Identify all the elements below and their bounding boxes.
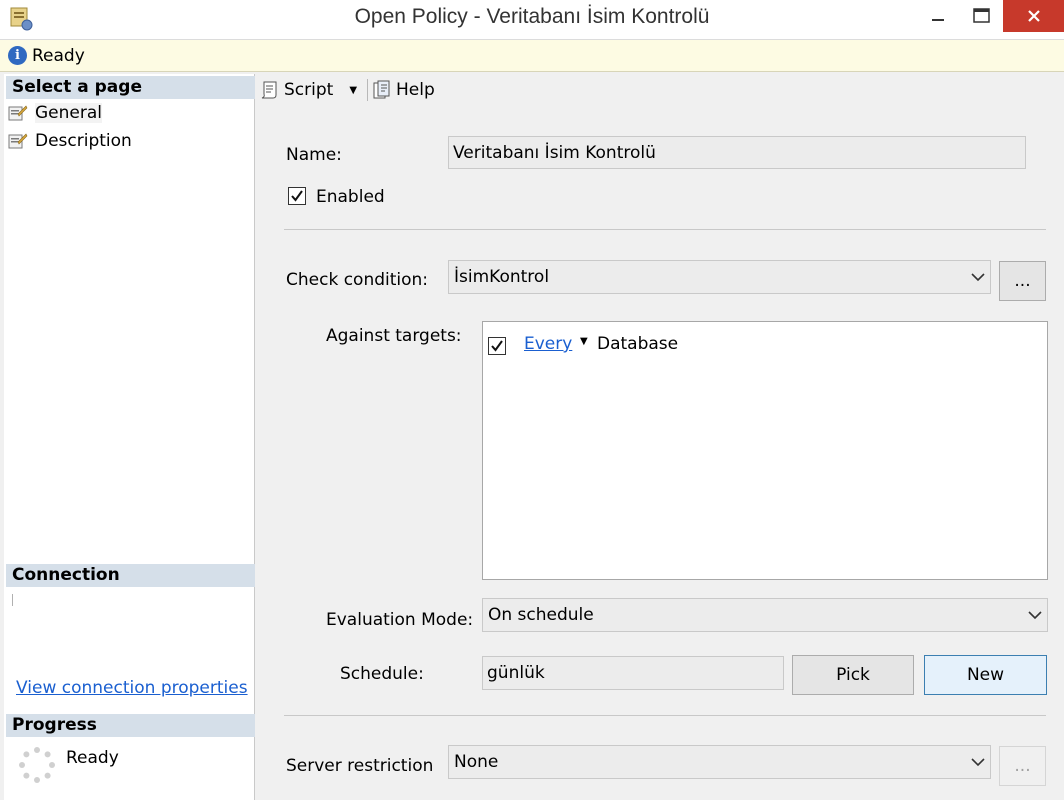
help-label: Help [396, 80, 435, 100]
enabled-checkbox[interactable] [288, 187, 306, 205]
target-dropdown-arrow-icon[interactable]: ▼ [580, 336, 588, 347]
evaluation-mode-label: Evaluation Mode: [326, 610, 474, 630]
enabled-label: Enabled [316, 187, 385, 207]
page-description-label: Description [35, 131, 132, 151]
evaluation-mode-value: On schedule [488, 605, 594, 625]
left-pane: Select a page General Description Connec… [4, 74, 255, 800]
chevron-down-icon [966, 757, 990, 767]
evaluation-mode-select[interactable]: On schedule [482, 598, 1048, 632]
info-icon: i [8, 46, 27, 65]
maximize-icon [973, 8, 990, 23]
schedule-label: Schedule: [340, 664, 424, 684]
server-restriction-value: None [454, 752, 499, 772]
toolbar: Script ▼ Help [256, 74, 441, 106]
chevron-down-icon [1023, 610, 1047, 620]
checkmark-icon [491, 340, 503, 352]
progress-header: Progress [6, 714, 255, 737]
pick-button[interactable]: Pick [792, 655, 914, 695]
script-button[interactable]: Script [260, 80, 333, 100]
help-button[interactable]: Help [372, 80, 435, 100]
status-bar: i Ready [0, 40, 1064, 72]
check-condition-value: İsimKontrol [454, 267, 550, 287]
target-every-link[interactable]: Every [524, 334, 572, 354]
maximize-button[interactable] [960, 0, 1004, 32]
new-button[interactable]: New [924, 655, 1047, 695]
page-properties-icon [8, 105, 28, 121]
page-description[interactable]: Description [8, 128, 132, 154]
page-properties-icon [8, 133, 28, 149]
connection-header: Connection [6, 564, 255, 587]
title-bar: Open Policy - Veritabanı İsim Kontrolü [0, 0, 1064, 40]
script-icon [261, 81, 277, 99]
server-restriction-browse-button[interactable]: ... [999, 746, 1046, 786]
schedule-field[interactable]: günlük [482, 656, 784, 690]
minimize-button[interactable] [915, 0, 961, 32]
progress-status: Ready [66, 748, 119, 768]
select-page-header: Select a page [6, 76, 255, 99]
checkmark-icon [291, 190, 303, 202]
script-dropdown-arrow-icon[interactable]: ▼ [349, 85, 357, 96]
page-general-label: General [35, 103, 102, 123]
targets-list: Every ▼ Database [482, 321, 1048, 580]
against-targets-label: Against targets: [326, 326, 462, 346]
help-icon [373, 80, 390, 99]
window-title: Open Policy - Veritabanı İsim Kontrolü [354, 5, 710, 28]
target-database-label: Database [597, 334, 679, 354]
check-condition-browse-button[interactable]: ... [999, 261, 1046, 301]
server-restriction-label: Server restriction [286, 756, 434, 776]
chevron-down-icon [966, 272, 990, 282]
connection-info-placeholder [12, 594, 13, 606]
progress-spinner-icon [19, 747, 55, 783]
name-label: Name: [286, 145, 342, 165]
check-condition-select[interactable]: İsimKontrol [448, 260, 991, 294]
close-icon [1027, 10, 1040, 22]
status-text: Ready [32, 45, 85, 66]
close-button[interactable] [1003, 0, 1064, 32]
view-connection-properties-link[interactable]: View connection properties [16, 678, 248, 698]
server-restriction-select[interactable]: None [448, 745, 991, 779]
page-general[interactable]: General [8, 100, 102, 126]
check-condition-label: Check condition: [286, 270, 429, 290]
divider [284, 229, 1046, 230]
minimize-icon [932, 19, 944, 21]
script-label: Script [284, 80, 334, 100]
toolbar-separator [367, 79, 369, 101]
main-pane: Script ▼ Help Name: Veritabanı İsim Kont… [256, 74, 1064, 800]
name-field[interactable]: Veritabanı İsim Kontrolü [448, 136, 1026, 169]
divider [284, 715, 1046, 716]
target-checkbox[interactable] [488, 337, 506, 355]
